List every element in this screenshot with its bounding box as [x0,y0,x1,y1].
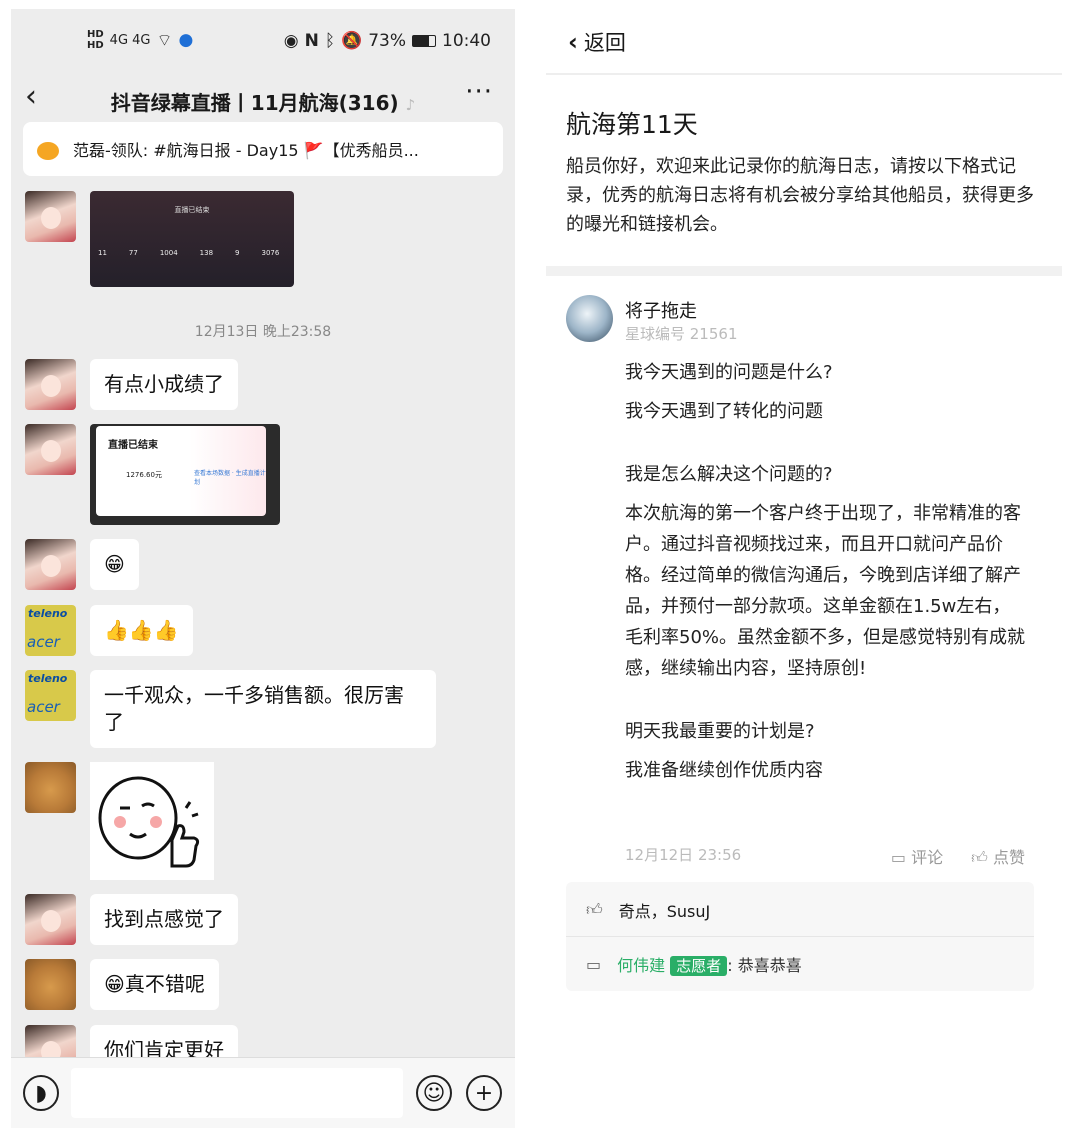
question-1: 我今天遇到的问题是什么? [625,362,833,383]
answer-2: 本次航海的第一个客户终于出现了，非常精准的客户。通过抖音视频找过来，而且开口就问… [625,503,1026,679]
avatar[interactable] [25,894,76,945]
thumbs-up-icon: 👍︎ [971,848,988,867]
thumbs-up-icon: 👍︎ [586,900,603,919]
chat-input-bar: ◗ ☺ + [11,1057,515,1128]
live-stats: 11 77 1004 138 9 3076 [98,249,280,257]
volunteer-badge: 志愿者 [670,956,728,976]
comment-text: : 恭喜恭喜 [727,956,802,975]
post-body: 我今天遇到的问题是什么? 我今天遇到了转化的问题 我是怎么解决这个问题的? 本次… [625,357,1025,794]
bluetooth-icon: ᛒ [324,31,336,51]
like-button[interactable]: 👍︎ 点赞 [971,844,1025,868]
live-ended-title: 直播已结束 [174,206,210,214]
hd-icon: HD HD [87,29,104,51]
wifi-icon: ⌔ [156,30,173,51]
member-number: 星球编号 21561 [625,325,738,343]
likers[interactable]: 奇点，SusuJ [619,898,711,922]
section-divider [546,266,1062,276]
pinned-announcement[interactable]: 范磊-领队: #航海日报 - Day15 🚩【优秀船员... [23,122,503,176]
back-button[interactable]: ‹ 返回 [568,27,626,57]
message-row: teleno acer 👍👍👍 [25,605,193,656]
live-summary-title: 直播已结束 [108,440,158,451]
question-3: 明天我最重要的计划是? [625,721,815,742]
avatar[interactable] [25,959,76,1010]
comment-icon: ▭ [890,848,907,867]
comment-button[interactable]: ▭ 评论 [891,844,943,868]
answer-1: 我今天遇到了转化的问题 [625,401,823,422]
emoji-message[interactable]: 👍👍👍 [90,605,193,656]
log-detail-panel: ‹ 返回 航海第11天 船员你好，欢迎来此记录你的航海日志，请按以下格式记录，优… [546,9,1062,1128]
timestamp: 12月13日 晚上23:58 [194,324,332,340]
post-meta: 12月12日 23:56 ▭ 评论 👍︎ 点赞 [625,844,1025,868]
comment-icon: ▭ [586,954,602,974]
text-message[interactable]: 😁真不错呢 [90,959,219,1010]
message-row: 直播已结束 11 77 1004 138 9 3076 [25,191,294,287]
avatar[interactable] [25,539,76,590]
plus-icon[interactable]: + [466,1075,502,1111]
interaction-box: 👍︎ 奇点，SusuJ ▭ 何伟建 志愿者: 恭喜恭喜 [566,882,1034,991]
chevron-left-icon: ‹ [568,28,578,56]
message-input[interactable] [71,1068,403,1118]
battery-text: 73% [368,31,406,51]
back-label: 返回 [583,31,626,55]
text-message[interactable]: 一千观众，一千多销售额。很厉害了 [90,670,436,748]
divider [546,73,1062,75]
mute-bell-icon: ♪ [405,96,416,114]
message-row: 直播已结束 1276.60元 查看本场数据 · 生成直播计划 [25,424,280,525]
question-2: 我是怎么解决这个问题的? [625,464,833,485]
sticker-thumbs-up[interactable] [90,762,214,880]
battery-icon [412,35,436,47]
avatar[interactable]: teleno acer [25,605,76,656]
intro-text: 船员你好，欢迎来此记录你的航海日志，请按以下格式记录，优秀的航海日志将有机会被分… [566,156,1034,235]
sticker-drawing-icon [98,776,200,868]
live-summary-amount: 1276.60元 [126,471,162,479]
chat-title: 抖音绿幕直播丨11月航海(316) [110,91,399,115]
app-notification-icon: ● [178,30,194,50]
message-row: 找到点感觉了 [25,894,238,945]
avatar[interactable] [25,424,76,475]
live-summary-link: 查看本场数据 · 生成直播计划 [194,470,266,486]
message-list: 直播已结束 11 77 1004 138 9 3076 12月13日 晚上23:… [11,187,515,1076]
announcement-icon [37,136,63,162]
chat-panel: HD HD 4G 4G ⌔ ● ◉ N ᛒ 🔕 73% 10:40 ‹ 抖音绿幕直… [11,9,515,1128]
text-message[interactable]: 找到点感觉了 [90,894,238,945]
avatar[interactable] [25,191,76,242]
clock: 10:40 [442,31,491,51]
message-row: 😁 [25,539,139,590]
eye-icon: ◉ [283,31,299,51]
commenter-name[interactable]: 何伟建 [617,956,665,975]
divider [566,936,1034,937]
message-row: 有点小成绩了 [25,359,238,410]
message-row: 😁真不错呢 [25,959,219,1010]
mute-icon: 🔕 [341,31,363,51]
page-title: 航海第11天 [566,110,698,139]
avatar[interactable] [25,762,76,813]
message-row: teleno acer 一千观众，一千多销售额。很厉害了 [25,670,436,748]
text-message[interactable]: 有点小成绩了 [90,359,238,410]
comment-row[interactable]: ▭ 何伟建 志愿者: 恭喜恭喜 [586,952,802,976]
more-menu-button[interactable]: ··· [465,77,493,107]
author-avatar[interactable] [566,295,613,342]
answer-3: 我准备继续创作优质内容 [625,760,823,781]
emoji-icon[interactable]: ☺ [416,1075,452,1111]
voice-input-icon[interactable]: ◗ [23,1075,59,1111]
emoji-message[interactable]: 😁 [90,539,139,590]
image-message-live-summary[interactable]: 直播已结束 1276.60元 查看本场数据 · 生成直播计划 [90,424,280,525]
chat-header: ‹ 抖音绿幕直播丨11月航海(316) ♪ ··· [11,71,515,127]
post-date: 12月12日 23:56 [625,846,742,864]
image-message-live-stats[interactable]: 直播已结束 11 77 1004 138 9 3076 [90,191,294,287]
pinned-text: 范磊-领队: #航海日报 - Day15 🚩【优秀船员... [73,141,419,160]
signal-icon: 4G 4G [109,32,151,48]
message-row [25,762,214,880]
nfc-icon: N [304,31,319,51]
avatar[interactable] [25,359,76,410]
avatar[interactable]: teleno acer [25,670,76,721]
author-name[interactable]: 将子拖走 [625,297,697,323]
status-bar: HD HD 4G 4G ⌔ ● ◉ N ᛒ 🔕 73% 10:40 [11,9,515,71]
